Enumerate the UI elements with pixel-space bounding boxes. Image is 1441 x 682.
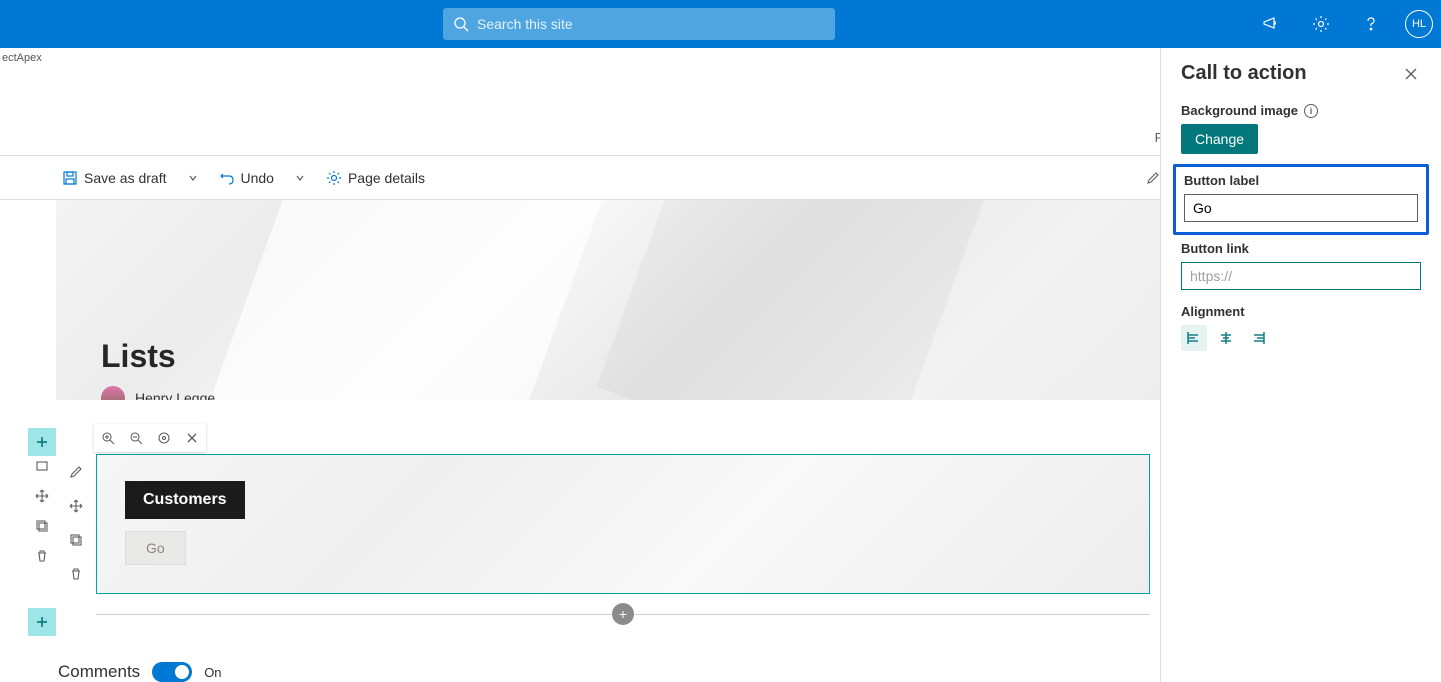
- save-draft-chevron[interactable]: [181, 166, 205, 190]
- webpart-duplicate-icon[interactable]: [62, 526, 90, 554]
- button-link-input[interactable]: [1181, 262, 1421, 290]
- align-center-button[interactable]: [1213, 325, 1239, 351]
- undo-button[interactable]: Undo: [211, 166, 282, 190]
- webpart-move-icon[interactable]: [62, 492, 90, 520]
- author-name: Henry Legge: [135, 390, 215, 400]
- info-icon[interactable]: i: [1304, 104, 1318, 118]
- zoom-out-icon[interactable]: [125, 427, 147, 449]
- search-icon: [453, 16, 469, 32]
- button-label-input[interactable]: [1184, 194, 1418, 222]
- zoom-in-icon[interactable]: [97, 427, 119, 449]
- section-move-icon[interactable]: [28, 482, 56, 510]
- add-webpart-button[interactable]: +: [612, 603, 634, 625]
- page-canvas: Lists Henry Legge Customers Go: [0, 200, 1160, 682]
- section-divider: +: [96, 604, 1150, 624]
- save-draft-button[interactable]: Save as draft: [54, 166, 175, 190]
- undo-label: Undo: [241, 170, 274, 186]
- comments-toggle-state: On: [204, 665, 221, 680]
- property-panel: Call to action Background image i Change…: [1160, 48, 1441, 682]
- section: Customers Go +: [56, 420, 1160, 620]
- page-author[interactable]: Henry Legge: [101, 386, 215, 400]
- suite-actions: HL: [1255, 8, 1433, 40]
- webpart-side-toolbar: [62, 458, 90, 588]
- save-draft-label: Save as draft: [84, 170, 167, 186]
- alignment-label: Alignment: [1181, 304, 1421, 319]
- help-icon[interactable]: [1355, 8, 1387, 40]
- comments-label: Comments: [58, 662, 140, 682]
- add-section-button-top[interactable]: [28, 428, 56, 456]
- background-image-label: Background image i: [1181, 103, 1421, 118]
- search-box[interactable]: [443, 8, 835, 40]
- panel-close-button[interactable]: [1401, 64, 1421, 84]
- page-details-button[interactable]: Page details: [318, 166, 433, 190]
- panel-title: Call to action: [1181, 62, 1307, 85]
- button-link-label: Button link: [1181, 241, 1421, 256]
- author-avatar: [101, 386, 125, 400]
- cta-title[interactable]: Customers: [125, 481, 245, 519]
- user-avatar[interactable]: HL: [1405, 10, 1433, 38]
- page-title[interactable]: Lists: [101, 338, 176, 375]
- focal-point-icon[interactable]: [153, 427, 175, 449]
- comments-row: Comments On: [58, 662, 222, 682]
- alignment-options: [1181, 325, 1421, 351]
- cta-webpart[interactable]: Customers Go: [96, 454, 1150, 594]
- section-rail: [28, 450, 56, 682]
- pencil-icon: [1146, 171, 1160, 185]
- button-label-group-highlight: Button label: [1173, 164, 1429, 235]
- hero-area[interactable]: Lists Henry Legge: [56, 200, 1160, 400]
- section-duplicate-icon[interactable]: [28, 512, 56, 540]
- megaphone-icon[interactable]: [1255, 8, 1287, 40]
- webpart-float-toolbar: [94, 424, 206, 452]
- add-section-button-bottom[interactable]: [28, 608, 56, 636]
- page-details-label: Page details: [348, 170, 425, 186]
- change-image-button[interactable]: Change: [1181, 124, 1258, 154]
- align-right-button[interactable]: [1245, 325, 1271, 351]
- settings-icon[interactable]: [1305, 8, 1337, 40]
- webpart-delete-icon[interactable]: [62, 560, 90, 588]
- align-left-button[interactable]: [1181, 325, 1207, 351]
- section-edit-icon[interactable]: [28, 452, 56, 480]
- suite-bar: HL: [0, 0, 1441, 48]
- undo-chevron[interactable]: [288, 166, 312, 190]
- button-label-label: Button label: [1184, 173, 1418, 188]
- section-delete-icon[interactable]: [28, 542, 56, 570]
- search-input[interactable]: [477, 16, 825, 32]
- cta-button[interactable]: Go: [125, 531, 186, 565]
- remove-image-icon[interactable]: [181, 427, 203, 449]
- webpart-edit-icon[interactable]: [62, 458, 90, 486]
- comments-toggle[interactable]: [152, 662, 192, 682]
